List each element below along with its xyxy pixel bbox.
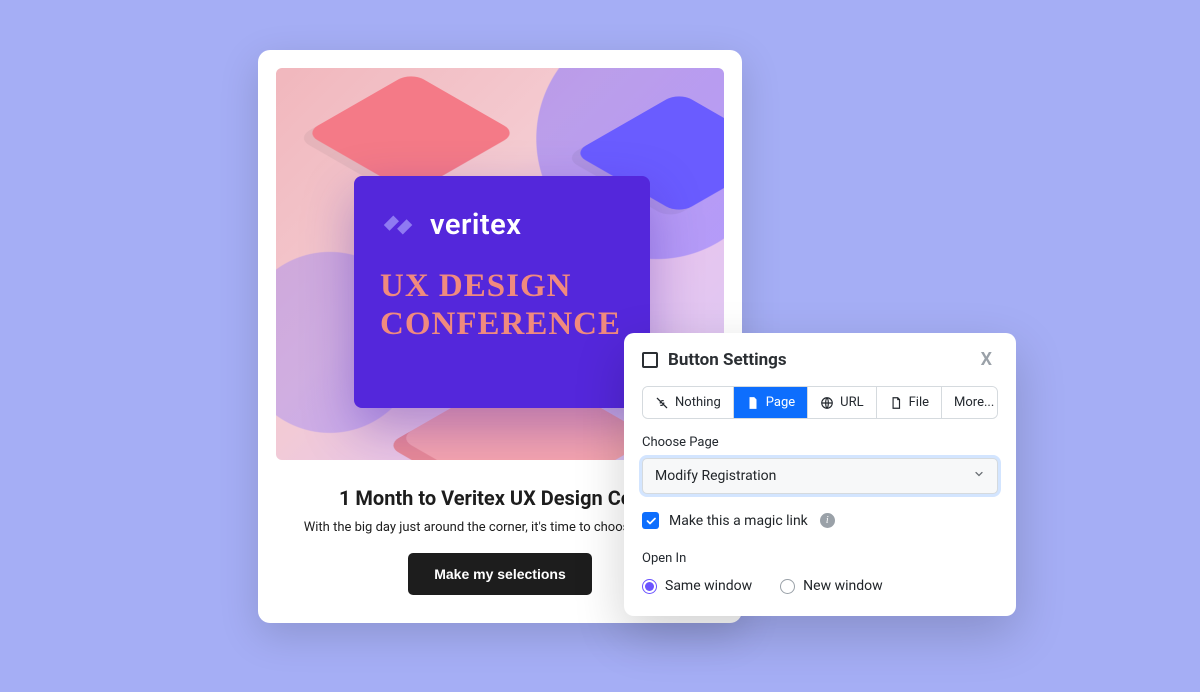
conference-title: UX DESIGN CONFERENCE (380, 268, 624, 344)
tab-file[interactable]: File (877, 387, 942, 418)
popover-title: Button Settings (668, 350, 787, 370)
radio-dot-icon (642, 579, 657, 594)
tab-page[interactable]: Page (734, 387, 808, 418)
make-selections-button[interactable]: Make my selections (408, 553, 592, 595)
tab-label: File (909, 395, 929, 410)
tab-more[interactable]: More... (942, 387, 998, 418)
info-icon[interactable]: i (820, 513, 835, 528)
open-in-label: Open In (642, 551, 998, 566)
choose-page-label: Choose Page (642, 435, 998, 450)
brand-card: veritex UX DESIGN CONFERENCE (354, 176, 650, 408)
radio-label: Same window (665, 578, 752, 594)
button-settings-popover: Button Settings X Nothing Page (624, 333, 1016, 616)
tab-nothing[interactable]: Nothing (643, 387, 734, 418)
unlink-icon (655, 396, 669, 410)
file-icon (889, 396, 903, 410)
page-select[interactable]: Modify Registration (642, 458, 998, 494)
chevron-down-icon (973, 468, 985, 484)
close-icon[interactable]: X (975, 347, 998, 372)
tab-label: Nothing (675, 395, 721, 410)
link-type-tabs: Nothing Page URL File (642, 386, 998, 419)
radio-same-window[interactable]: Same window (642, 578, 752, 594)
tab-label: Page (766, 395, 795, 410)
radio-dot-icon (780, 579, 795, 594)
button-element-icon (642, 352, 658, 368)
magic-link-label: Make this a magic link (669, 513, 808, 529)
globe-icon (820, 396, 834, 410)
tab-label: URL (840, 395, 863, 410)
radio-label: New window (803, 578, 882, 594)
selected-page-value: Modify Registration (655, 468, 776, 484)
veritex-logo-icon (380, 206, 418, 244)
page-icon (746, 396, 760, 410)
tab-label: More... (954, 395, 994, 410)
tab-url[interactable]: URL (808, 387, 876, 418)
magic-link-checkbox[interactable] (642, 512, 659, 529)
brand-name: veritex (430, 208, 521, 242)
radio-new-window[interactable]: New window (780, 578, 882, 594)
